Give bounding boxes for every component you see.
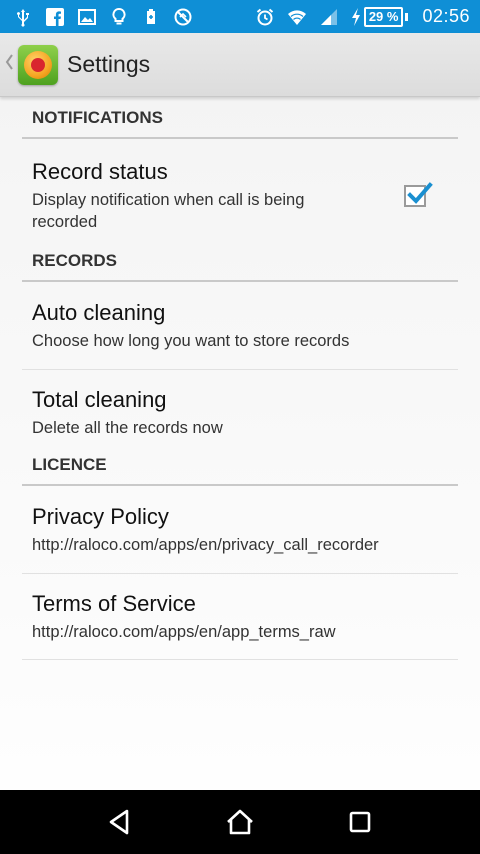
pref-privacy-policy[interactable]: Privacy Policy http://raloco.com/apps/en… [22, 486, 458, 574]
pref-summary: http://raloco.com/apps/en/app_terms_raw [32, 622, 336, 641]
battery-saver-icon [140, 6, 162, 28]
pref-title: Total cleaning [32, 387, 167, 412]
pref-terms-of-service[interactable]: Terms of Service http://raloco.com/apps/… [22, 574, 458, 660]
recent-apps-icon [349, 811, 371, 833]
signal-icon [318, 6, 340, 28]
back-chevron-icon[interactable] [4, 52, 18, 78]
navigation-bar [0, 790, 480, 854]
back-triangle-icon [109, 809, 129, 835]
back-button[interactable] [100, 802, 140, 842]
home-icon [227, 809, 253, 835]
home-button[interactable] [220, 802, 260, 842]
page-title: Settings [67, 51, 151, 77]
facebook-icon [44, 6, 66, 28]
clock: 02:56 [422, 6, 470, 26]
recent-apps-button[interactable] [340, 802, 380, 842]
no-sync-icon [172, 6, 194, 28]
pref-title: Auto cleaning [32, 299, 166, 325]
pref-total-cleaning[interactable]: Total cleaning Delete all the records no… [22, 370, 458, 456]
battery-indicator: 29 % [350, 6, 409, 28]
status-bar: 29 % 02:56 [0, 0, 480, 33]
settings-list: NOTIFICATIONS Record status Display noti… [0, 97, 480, 660]
record-status-checkbox[interactable] [404, 181, 433, 207]
record-dot-icon [31, 57, 45, 72]
pref-summary: Display notification when call is being … [32, 190, 305, 231]
pref-text: Terms of Service http://raloco.com/apps/… [32, 591, 336, 643]
pref-title: Terms of Service [32, 590, 196, 616]
pref-text: Privacy Policy http://raloco.com/apps/en… [32, 504, 379, 556]
usb-icon [12, 6, 34, 28]
section-header-records: RECORDS [22, 251, 458, 282]
checkmark-icon [407, 181, 433, 204]
pref-text: Auto cleaning Choose how long you want t… [32, 300, 349, 352]
status-notification-icons [12, 6, 194, 28]
pref-title: Record status [32, 158, 168, 184]
alarm-icon [254, 6, 276, 28]
pref-text: Record status Display notification when … [32, 159, 362, 233]
section-header-notifications: NOTIFICATIONS [22, 97, 458, 139]
status-system-icons: 29 % 02:56 [254, 6, 470, 28]
app-icon-emblem [24, 50, 52, 79]
charging-icon [350, 6, 362, 28]
wifi-icon [286, 6, 308, 28]
pref-record-status[interactable]: Record status Display notification when … [22, 139, 458, 252]
battery-nub [405, 12, 409, 21]
pref-text: Total cleaning Delete all the records no… [32, 387, 223, 439]
lightbulb-icon [108, 6, 130, 28]
image-icon [76, 6, 98, 28]
pref-summary: http://raloco.com/apps/en/privacy_call_r… [32, 535, 379, 554]
app-icon[interactable] [18, 44, 58, 85]
pref-auto-cleaning[interactable]: Auto cleaning Choose how long you want t… [22, 282, 458, 370]
pref-summary: Choose how long you want to store record… [32, 331, 350, 350]
pref-summary: Delete all the records now [32, 419, 223, 437]
action-bar: Settings [0, 33, 480, 97]
battery-percent: 29 % [363, 6, 404, 27]
section-header-licence: LICENCE [22, 455, 458, 486]
pref-title: Privacy Policy [32, 503, 169, 529]
